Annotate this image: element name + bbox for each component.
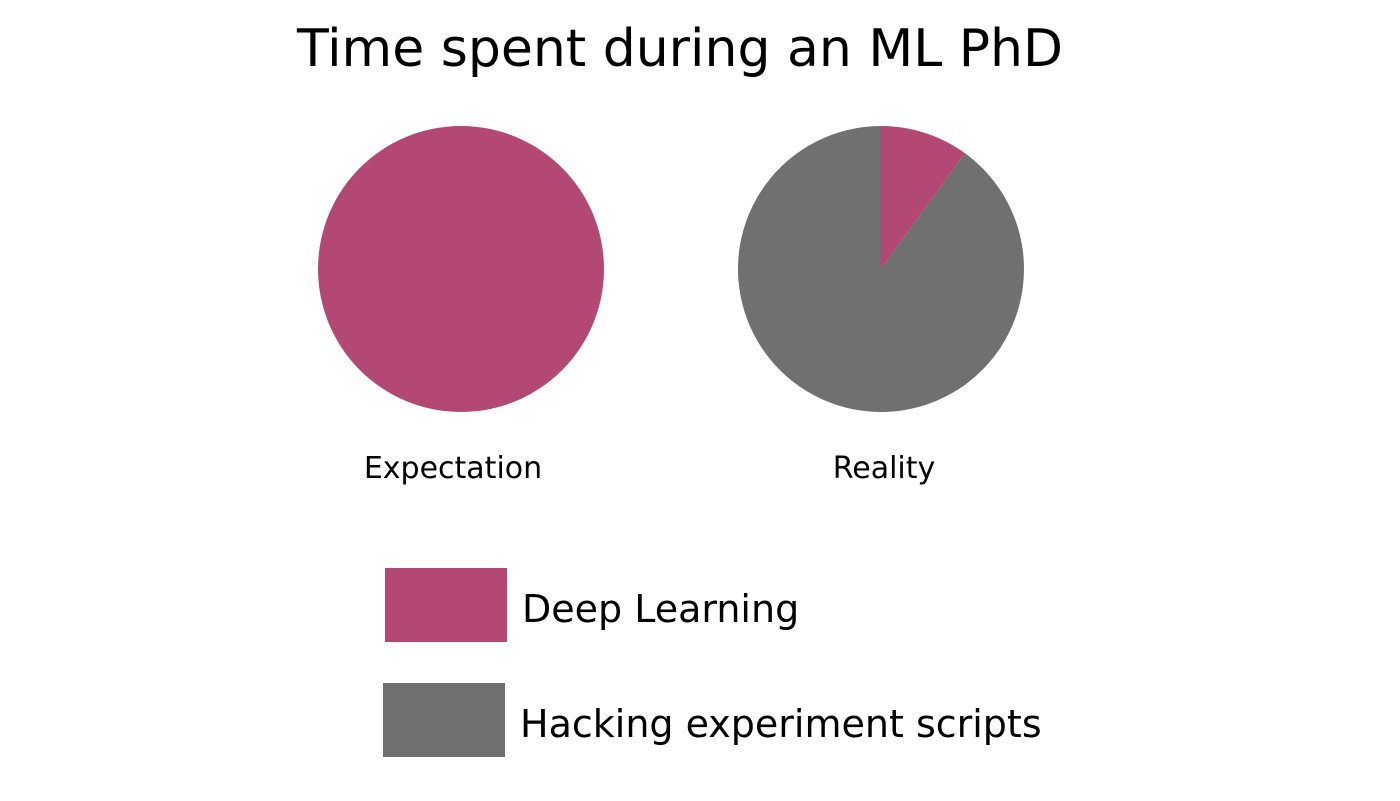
legend: Deep Learning Hacking experiment scripts — [383, 568, 1042, 757]
pie-chart-figure: Time spent during an ML PhD Expectation R… — [0, 0, 1400, 797]
chart-title: Time spent during an ML PhD — [296, 19, 1063, 79]
legend-label-hacking-experiment-scripts: Hacking experiment scripts — [520, 702, 1042, 746]
pie-reality: Reality — [737, 126, 1024, 486]
legend-swatch-hacking-experiment-scripts — [383, 683, 505, 757]
pie-label-expectation: Expectation — [364, 451, 542, 486]
pie-slice-expectation-deep-learning — [318, 126, 604, 412]
chart-svg: Time spent during an ML PhD Expectation R… — [296, 19, 1063, 757]
pie-label-reality: Reality — [833, 451, 936, 486]
legend-swatch-deep-learning — [385, 568, 507, 642]
pie-slice-reality-hacking-experiment-scripts — [737, 126, 1024, 412]
pie-expectation: Expectation — [318, 126, 604, 486]
legend-label-deep-learning: Deep Learning — [522, 587, 799, 631]
pies-layer: Expectation Reality — [318, 126, 1024, 486]
